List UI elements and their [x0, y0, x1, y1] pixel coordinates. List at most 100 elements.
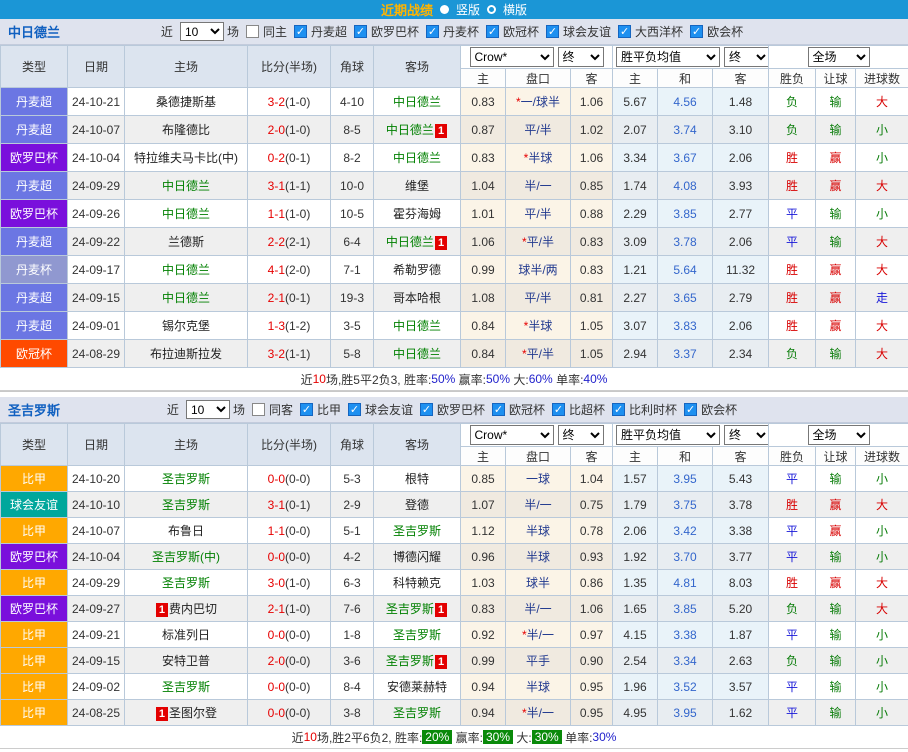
sub-header-1: 盘口: [506, 447, 571, 466]
final-odds-select-2[interactable]: 终: [724, 47, 769, 67]
league-checkbox-4[interactable]: ✓: [552, 403, 565, 416]
away-handicap-odds: 0.95: [571, 700, 613, 726]
fulltime-score: 0-0: [268, 706, 285, 720]
away-handicap-odds: 0.83: [571, 228, 613, 256]
away-team-name: 科特赖克: [393, 576, 441, 590]
scope-cell: 全场: [769, 46, 908, 69]
goals-result: 大: [856, 172, 908, 200]
match-result: 负: [769, 596, 816, 622]
league-checkbox-1[interactable]: ✓: [348, 403, 361, 416]
away-team-cell: 霍芬海姆: [374, 200, 461, 228]
scope-cell: 全场: [769, 424, 908, 447]
final-odds-select-2[interactable]: 终: [724, 425, 769, 445]
home-handicap-odds: 1.06: [461, 228, 506, 256]
match-row: 丹麦超24-09-01锡尔克堡1-3(1-2)3-5中日德兰0.84*半球1.0…: [1, 312, 908, 340]
league-checkbox-2[interactable]: ✓: [426, 25, 439, 38]
league-checkbox-0[interactable]: ✓: [300, 403, 313, 416]
avg-win-odds: 1.35: [613, 570, 658, 596]
scope-select[interactable]: 全场: [808, 425, 870, 445]
odds-source-select[interactable]: Crow*: [470, 47, 554, 67]
home-handicap-odds: 0.84: [461, 340, 506, 368]
score-cell: 3-1(1-1): [248, 172, 331, 200]
league-label-2: 欧罗巴杯: [437, 401, 485, 418]
layout-horizontal-radio[interactable]: [487, 5, 496, 14]
same-venue-checkbox[interactable]: [246, 25, 259, 38]
sub-header-0: 主: [461, 69, 506, 88]
handicap-line: 半/一: [524, 179, 551, 193]
avg-win-odds: 3.34: [613, 144, 658, 172]
sub-header-8: 进球数: [856, 69, 908, 88]
halftime-score: (1-0): [285, 95, 310, 109]
halftime-score: (0-0): [285, 706, 310, 720]
column-header-0: 类型: [1, 46, 68, 88]
away-handicap-odds: 1.06: [571, 88, 613, 116]
avg-win-odds: 1.79: [613, 492, 658, 518]
home-team-cell: 安特卫普: [125, 648, 248, 674]
avg-win-odds: 3.07: [613, 312, 658, 340]
layout-vertical-radio[interactable]: [440, 5, 449, 14]
handicap-result: 赢: [816, 518, 856, 544]
home-handicap-odds: 1.01: [461, 200, 506, 228]
league-label-5: 大西洋杯: [635, 23, 683, 40]
league-type-badge: 欧罗巴杯: [1, 200, 67, 227]
league-checkbox-5[interactable]: ✓: [612, 403, 625, 416]
avg-lose-odds: 2.79: [713, 284, 769, 312]
away-team-name: 中日德兰: [393, 347, 441, 361]
odds-source-select[interactable]: Crow*: [470, 425, 554, 445]
games-count-select[interactable]: 10: [186, 400, 230, 419]
summary-segment: 40%: [583, 372, 607, 386]
avg-draw-odds: 3.85: [658, 596, 713, 622]
fulltime-score: 0-0: [268, 472, 285, 486]
handicap-line: 半球: [526, 680, 550, 694]
league-checkbox-3[interactable]: ✓: [486, 25, 499, 38]
handicap-line: 球半/两: [518, 263, 557, 277]
match-result: 胜: [769, 144, 816, 172]
final-odds-select-1[interactable]: 终: [558, 47, 604, 67]
final-odds-select-1[interactable]: 终: [558, 425, 604, 445]
match-result: 负: [769, 116, 816, 144]
league-label-3: 欧冠杯: [509, 401, 545, 418]
handicap-line-cell: 平手: [506, 648, 571, 674]
league-checkbox-1[interactable]: ✓: [354, 25, 367, 38]
page-title: 近期战绩: [381, 0, 433, 19]
match-row: 丹麦超24-09-15中日德兰2-1(0-1)19-3哥本哈根1.08平/半0.…: [1, 284, 908, 312]
home-handicap-odds: 1.12: [461, 518, 506, 544]
league-checkbox-3[interactable]: ✓: [492, 403, 505, 416]
handicap-result: 赢: [816, 284, 856, 312]
league-checkbox-6[interactable]: ✓: [690, 25, 703, 38]
league-checkbox-0[interactable]: ✓: [294, 25, 307, 38]
home-team-name: 布隆德比: [162, 123, 210, 137]
league-type-badge: 比甲: [1, 648, 67, 673]
avg-odds-select[interactable]: 胜平负均值: [616, 425, 720, 445]
match-result: 平: [769, 228, 816, 256]
home-team-name: 兰德斯: [168, 235, 204, 249]
away-team-cell: 科特赖克: [374, 570, 461, 596]
sub-header-2: 客: [571, 447, 613, 466]
match-date: 24-10-04: [68, 544, 125, 570]
league-checkbox-2[interactable]: ✓: [420, 403, 433, 416]
scope-select[interactable]: 全场: [808, 47, 870, 67]
league-checkbox-6[interactable]: ✓: [684, 403, 697, 416]
goals-result: 小: [856, 200, 908, 228]
league-type-cell: 球会友谊: [1, 492, 68, 518]
handicap-result: 赢: [816, 172, 856, 200]
avg-win-odds: 2.29: [613, 200, 658, 228]
league-checkbox-4[interactable]: ✓: [546, 25, 559, 38]
red-card-badge: 1: [435, 603, 447, 617]
score-cell: 0-0(0-0): [248, 466, 331, 492]
match-result: 平: [769, 700, 816, 726]
fulltime-score: 0-0: [268, 550, 285, 564]
handicap-line-cell: 平/半: [506, 116, 571, 144]
games-count-select[interactable]: 10: [180, 22, 224, 41]
league-type-badge: 丹麦超: [1, 312, 67, 339]
avg-odds-select[interactable]: 胜平负均值: [616, 47, 720, 67]
sub-header-7: 让球: [816, 69, 856, 88]
red-card-badge: 1: [435, 655, 447, 669]
league-checkbox-5[interactable]: ✓: [618, 25, 631, 38]
sub-header-6: 胜负: [769, 447, 816, 466]
handicap-result: 赢: [816, 570, 856, 596]
goals-result: 大: [856, 228, 908, 256]
same-venue-checkbox[interactable]: [252, 403, 265, 416]
league-label-6: 欧会杯: [701, 401, 737, 418]
handicap-result: 输: [816, 466, 856, 492]
